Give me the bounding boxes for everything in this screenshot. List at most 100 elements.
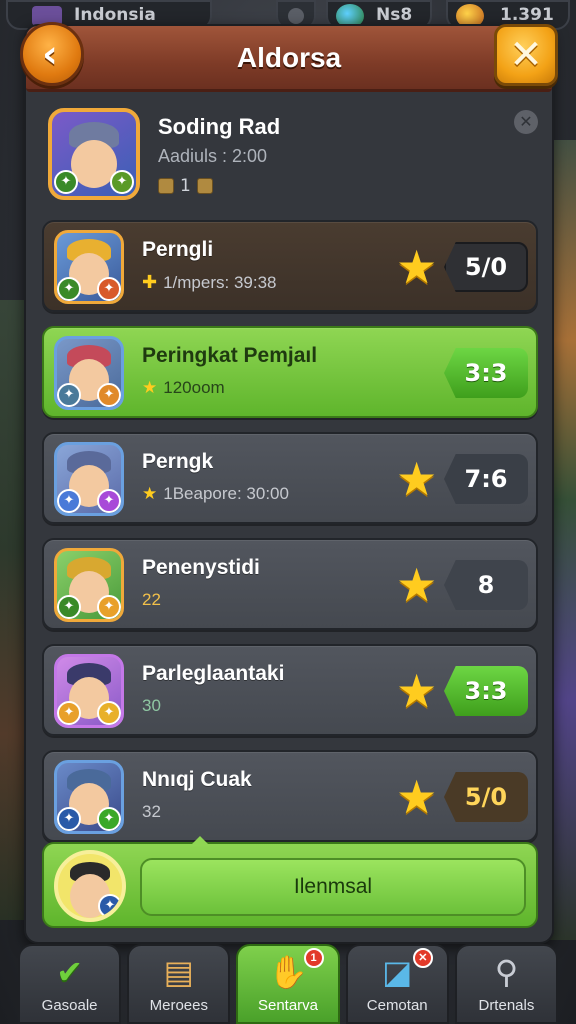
- avatar: ✦ ✦: [54, 548, 124, 622]
- row-score: 5/0: [444, 242, 528, 292]
- row-meta-text: 30: [142, 696, 161, 715]
- bottom-nav: ✔ Gasoale ▤ Meroees 1 ✋ Sentarva ✕ ◪ Cem…: [18, 944, 559, 1024]
- row-meta-text: 22: [142, 590, 161, 609]
- star-icon: ★: [142, 484, 158, 503]
- star-icon: ★: [396, 558, 438, 612]
- badge-icon: ✦: [57, 807, 81, 831]
- row-meta: 32: [142, 802, 161, 822]
- back-button[interactable]: ‹: [20, 22, 84, 86]
- row-meta-text: 1/mpers: 39:38: [163, 272, 277, 292]
- badge-icon: ✦: [57, 489, 81, 513]
- close-button[interactable]: ✕: [494, 24, 558, 86]
- leaderboard-row[interactable]: ✦ ✦ Penenystidi 22 ★ 8: [42, 538, 538, 630]
- chart-icon: ◪: [382, 954, 413, 990]
- notification-badge: 1: [303, 948, 324, 968]
- nav-item-meroees[interactable]: ▤ Meroees: [127, 944, 231, 1024]
- avatar[interactable]: ✦ ✦: [48, 108, 140, 200]
- globe-icon: [288, 8, 304, 24]
- row-player-name: Perngk: [142, 450, 214, 473]
- badge-icon: ✦: [97, 277, 121, 301]
- player-name: Soding Rad: [158, 114, 281, 139]
- star-icon: ★: [396, 770, 438, 824]
- search-icon: ⚲: [494, 954, 519, 990]
- nav-label: Cemotan: [366, 997, 428, 1014]
- my-rank-button[interactable]: Ilenmsal: [140, 858, 526, 916]
- badge-icon: ✦: [57, 277, 81, 301]
- my-rank-row: ✦ Ilenmsal: [42, 836, 538, 928]
- player-stats: 1: [158, 176, 213, 196]
- avatar: ✦ ✦: [54, 336, 124, 410]
- badge-icon: ✦: [97, 807, 121, 831]
- badge-icon: ✦: [97, 383, 121, 407]
- gems-label: Ns8: [376, 5, 413, 25]
- region-label: Indonsia: [74, 5, 156, 25]
- nav-item-drtenals[interactable]: ⚲ Drtenals: [454, 944, 559, 1024]
- puzzle-icon: ✚: [142, 272, 158, 292]
- row-player-name: Penenystidi: [142, 556, 260, 579]
- close-icon: ✕: [509, 32, 543, 78]
- leaderboard-row[interactable]: ✦ ✦ Peringkat Pemjaıl ★ 120oom 3:3: [42, 326, 538, 418]
- star-icon: ★: [396, 240, 438, 294]
- avatar: ✦ ✦: [54, 442, 124, 516]
- star-icon: ★: [396, 664, 438, 718]
- row-player-name: Peringkat Pemjaıl: [142, 344, 318, 367]
- badge-icon: ✦: [57, 383, 81, 407]
- avatar[interactable]: ✦: [54, 850, 126, 922]
- avatar: ✦ ✦: [54, 230, 124, 304]
- pointer-notch: [190, 836, 210, 846]
- badge-icon: ✦: [110, 170, 134, 194]
- nav-item-sentarva[interactable]: 1 ✋ Sentarva: [236, 944, 340, 1024]
- leaderboard-row[interactable]: ✦ ✦ Parleglaantaki 30 ★ 3:3: [42, 644, 538, 736]
- nav-label: Sentarva: [257, 997, 319, 1014]
- row-score: 3:3: [444, 666, 528, 716]
- badge-icon: ✦: [54, 170, 78, 194]
- avatar: ✦ ✦: [54, 654, 124, 728]
- badge-icon: ✦: [97, 595, 121, 619]
- badge-icon: ✦: [97, 701, 121, 725]
- box-icon: [158, 178, 174, 194]
- nav-label: Drtenals: [478, 997, 535, 1014]
- leaderboard-panel: Aldorsa ‹ ✕ ✦ ✦ Soding Rad Aadiuls : 2:0…: [20, 22, 558, 944]
- dismiss-icon[interactable]: ✕: [514, 110, 538, 134]
- badge-icon: ✦: [57, 595, 81, 619]
- player-profile-card: ✦ ✦ Soding Rad Aadiuls : 2:00 1 ✕: [44, 106, 538, 218]
- player-stat-value: 1: [180, 176, 191, 196]
- row-meta: ✚ 1/mpers: 39:38: [142, 272, 277, 293]
- box-icon: [196, 178, 213, 194]
- row-meta: ★ 120oom: [142, 378, 225, 398]
- hand-icon: ✋: [268, 954, 308, 990]
- row-meta-text: 1Beapore: 30:00: [163, 484, 289, 503]
- star-icon: ★: [142, 378, 158, 397]
- badge-icon: ✦: [98, 894, 122, 918]
- leaderboard-row[interactable]: ✦ ✦ Nnıqj Cuak 32 ★ 5/0: [42, 750, 538, 842]
- badge-icon: ✦: [57, 701, 81, 725]
- nav-label: Gasoale: [41, 997, 98, 1014]
- book-icon: ▤: [163, 954, 194, 990]
- star-icon: ★: [396, 452, 438, 506]
- player-subtitle: Aadiuls : 2:00: [158, 146, 268, 166]
- row-score: 3:3: [444, 348, 528, 398]
- row-score: 5/0: [444, 772, 528, 822]
- row-meta: 30: [142, 696, 161, 716]
- panel-title-bar: Aldorsa: [26, 26, 552, 92]
- row-meta-text: 120oom: [163, 378, 225, 397]
- row-score: 8: [444, 560, 528, 610]
- row-player-name: Nnıqj Cuak: [142, 768, 252, 791]
- row-score: 7:6: [444, 454, 528, 504]
- row-player-name: Parleglaantaki: [142, 662, 285, 685]
- avatar: ✦ ✦: [54, 760, 124, 834]
- row-meta: ★ 1Beapore: 30:00: [142, 484, 289, 504]
- nav-item-gasoale[interactable]: ✔ Gasoale: [18, 944, 122, 1024]
- alert-badge: ✕: [412, 948, 433, 968]
- panel-title: Aldorsa: [236, 42, 342, 73]
- row-meta: 22: [142, 590, 161, 610]
- badge-icon: ✦: [97, 489, 121, 513]
- leaderboard-row[interactable]: ✦ ✦ Perngli ✚ 1/mpers: 39:38 ★ 5/0: [42, 220, 538, 312]
- row-meta-text: 32: [142, 802, 161, 821]
- leaderboard-row[interactable]: ✦ ✦ Perngk ★ 1Beapore: 30:00 ★ 7:6: [42, 432, 538, 524]
- nav-label: Meroees: [149, 997, 208, 1014]
- coins-label: 1.391: [500, 5, 554, 25]
- row-player-name: Perngli: [142, 238, 214, 261]
- nav-item-cemotan[interactable]: ✕ ◪ Cemotan: [345, 944, 449, 1024]
- checkmark-icon: ✔: [56, 954, 83, 990]
